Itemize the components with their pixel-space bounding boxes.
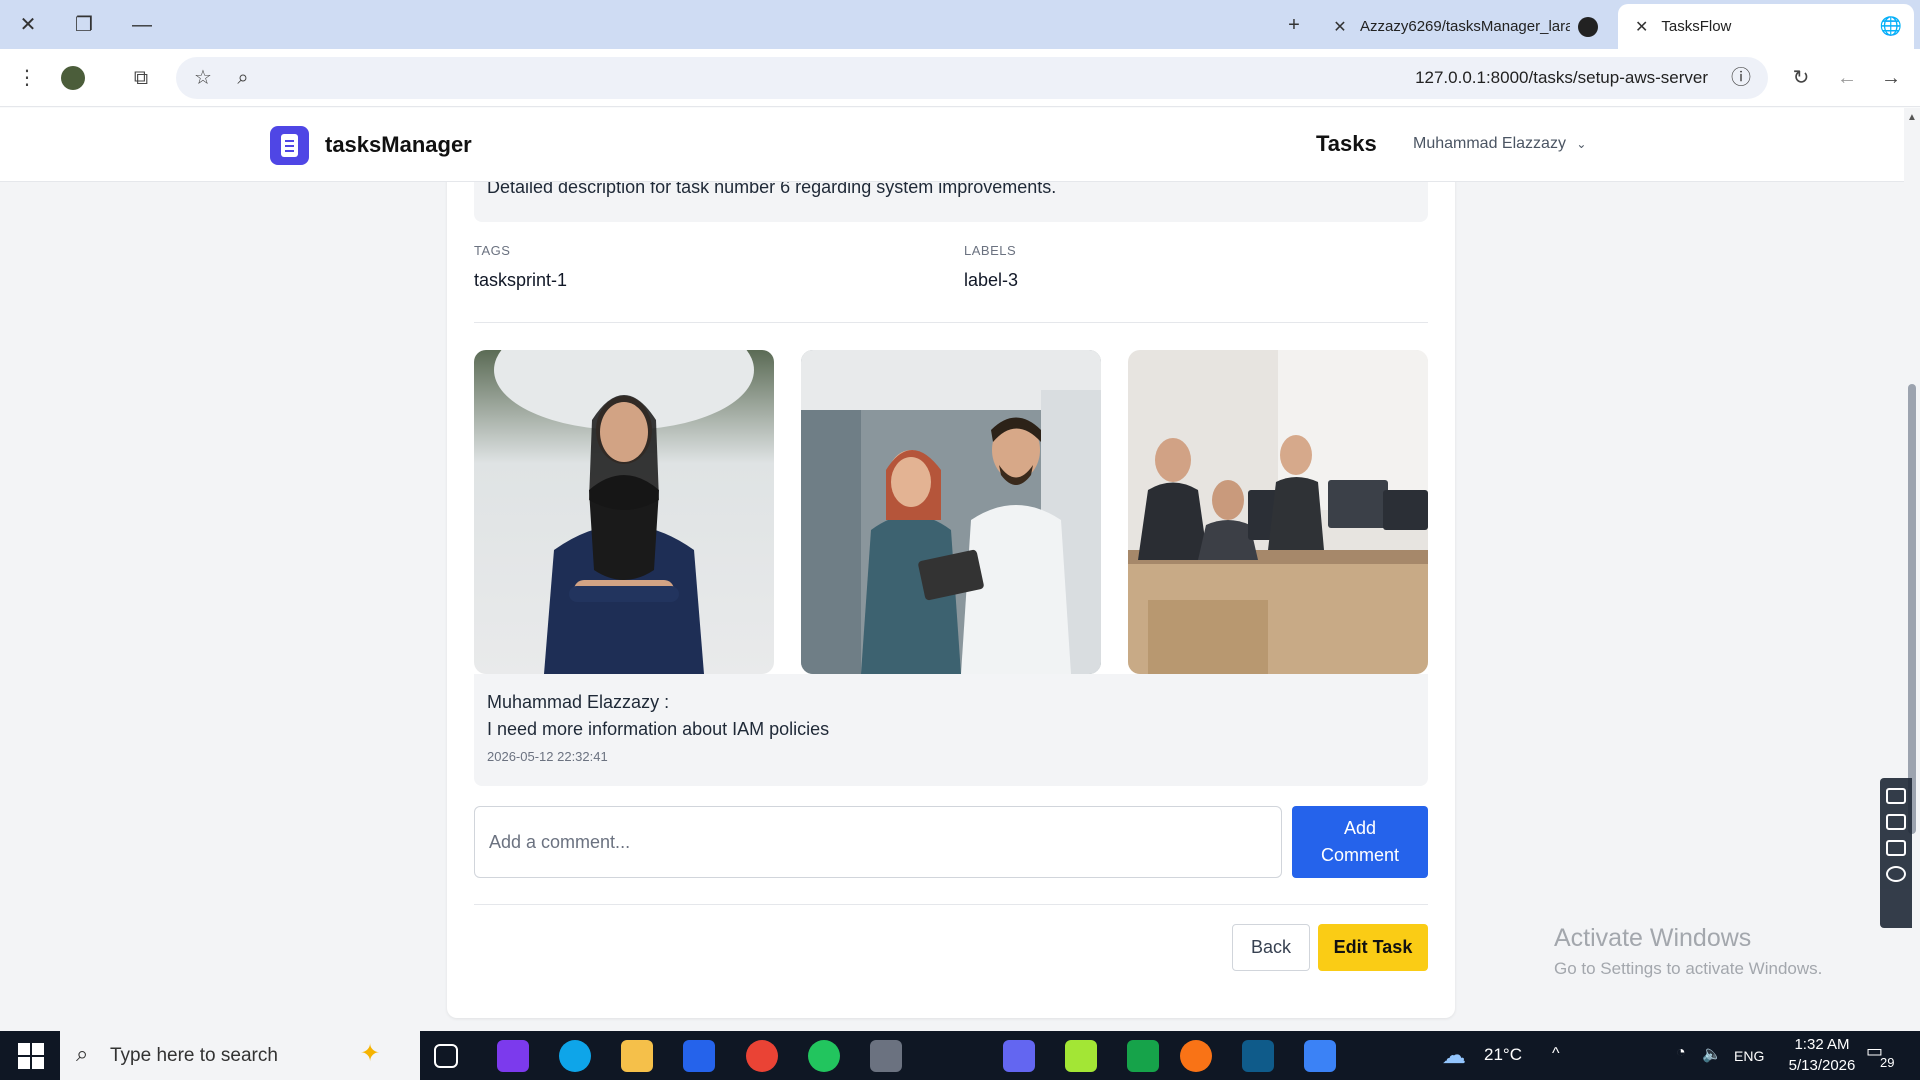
volume-icon[interactable]: 🔈: [1702, 1044, 1722, 1064]
windows-taskbar: ⌕ Type here to search ✦ ☁ 21°C ^ ◔ 🔈 ENG…: [0, 1031, 1920, 1080]
extensions-icon[interactable]: ⧉: [126, 63, 156, 93]
activate-windows-watermark: Activate Windows Go to Settings to activ…: [1554, 924, 1822, 979]
tray-chevron-icon[interactable]: ^: [1552, 1045, 1560, 1063]
task-image-colleagues-tablet[interactable]: [801, 350, 1101, 674]
tab-github[interactable]: ✕ Azzazy6269/tasksManager_lara: [1316, 4, 1616, 49]
watermark-line2: Go to Settings to activate Windows.: [1554, 959, 1823, 978]
teams-icon[interactable]: [1003, 1040, 1035, 1072]
reload-icon[interactable]: ↻: [1786, 63, 1816, 93]
minimize-window-icon[interactable]: —: [124, 10, 160, 40]
back-button[interactable]: Back: [1232, 924, 1310, 971]
brand-name[interactable]: tasksManager: [325, 132, 472, 158]
new-tab-icon[interactable]: +: [1276, 10, 1312, 40]
app-icon[interactable]: [1065, 1040, 1097, 1072]
site-info-icon[interactable]: ⓘ: [1726, 63, 1756, 93]
tags-label: TAGS: [474, 243, 511, 258]
window-icon[interactable]: [1886, 840, 1906, 856]
bookmark-star-icon[interactable]: ☆: [188, 63, 218, 93]
task-image-office-team[interactable]: [1128, 350, 1428, 674]
clock-time[interactable]: 1:32 AM: [1786, 1036, 1858, 1053]
edit-task-button[interactable]: Edit Task: [1318, 924, 1428, 971]
app-icon[interactable]: [1180, 1040, 1212, 1072]
divider: [474, 322, 1428, 323]
address-bar[interactable]: ☆ ⌕ 127.0.0.1:8000/tasks/setup-aws-serve…: [176, 57, 1768, 99]
whatsapp-icon[interactable]: [808, 1040, 840, 1072]
labels-label: LABELS: [964, 243, 1017, 258]
page-viewport: tasksManager Tasks Muhammad Elazzazy ⌄ D…: [0, 108, 1904, 1031]
user-menu[interactable]: Muhammad Elazzazy ⌄: [1413, 135, 1586, 153]
comment-author: Muhammad Elazzazy :: [487, 692, 670, 712]
capture-toolbar[interactable]: [1880, 778, 1912, 928]
add-comment-button[interactable]: Add Comment: [1292, 806, 1428, 878]
scroll-up-arrow-icon[interactable]: ▲: [1907, 112, 1917, 123]
menu-kebab-icon[interactable]: ⋮: [12, 63, 42, 93]
profile-avatar[interactable]: [58, 63, 88, 93]
tab-tasksflow[interactable]: ✕ TasksFlow 🌐: [1618, 4, 1914, 49]
comment-timestamp: 2026-05-12 22:32:41: [487, 749, 608, 764]
scroll-thumb[interactable]: [1908, 384, 1916, 834]
globe-icon: 🌐: [1879, 16, 1902, 36]
copilot-icon[interactable]: [497, 1040, 529, 1072]
video-icon[interactable]: [1886, 814, 1906, 830]
tab-close-icon[interactable]: ✕: [1630, 17, 1653, 37]
divider: [474, 904, 1428, 905]
app-icon[interactable]: [870, 1040, 902, 1072]
forward-arrow-icon[interactable]: →: [1876, 63, 1906, 93]
restore-window-icon[interactable]: ❐: [66, 10, 102, 40]
network-icon[interactable]: ◔: [1676, 1044, 1686, 1062]
watermark-line1: Activate Windows: [1554, 924, 1752, 952]
store-icon[interactable]: [683, 1040, 715, 1072]
edge-icon[interactable]: [559, 1040, 591, 1072]
weather-icon: ☁: [1442, 1042, 1466, 1069]
github-icon: [1578, 16, 1598, 37]
settings-gear-icon[interactable]: [1886, 866, 1906, 882]
browser-titlebar: ✕ ❐ — + ✕ Azzazy6269/tasksManager_lara ✕…: [0, 0, 1920, 49]
tab-title: Azzazy6269/tasksManager_lara: [1360, 18, 1570, 35]
app-icon[interactable]: [1304, 1040, 1336, 1072]
search-icon[interactable]: ⌕: [228, 63, 258, 93]
camera-icon[interactable]: [1886, 788, 1906, 804]
user-name: Muhammad Elazzazy: [1413, 135, 1566, 152]
comment-input[interactable]: [474, 806, 1282, 878]
clipboard-logo-icon[interactable]: [270, 126, 309, 165]
clock-date[interactable]: 5/13/2026: [1778, 1057, 1866, 1074]
temperature[interactable]: 21°C: [1484, 1045, 1522, 1065]
chevron-down-icon: ⌄: [1576, 137, 1587, 151]
tags-value: tasksprint-1: [474, 270, 568, 290]
nav-tasks-link[interactable]: Tasks: [1316, 131, 1377, 157]
file-explorer-icon[interactable]: [621, 1040, 653, 1072]
notification-count: 29: [1880, 1055, 1895, 1070]
app-navbar: tasksManager Tasks Muhammad Elazzazy ⌄: [0, 108, 1904, 182]
browser-toolbar: ⋮ ⧉ ☆ ⌕ 127.0.0.1:8000/tasks/setup-aws-s…: [0, 49, 1920, 107]
back-arrow-icon[interactable]: ←: [1832, 63, 1862, 93]
language-indicator[interactable]: ENG: [1734, 1048, 1764, 1064]
close-window-icon[interactable]: ✕: [10, 10, 46, 40]
comment-text: I need more information about IAM polici…: [487, 719, 830, 739]
taskbar-search[interactable]: ⌕ Type here to search ✦: [60, 1031, 420, 1080]
sparkle-icon: ✦: [360, 1040, 381, 1067]
labels-value: label-3: [964, 270, 1019, 290]
app-icon[interactable]: [1127, 1040, 1159, 1072]
tab-title: TasksFlow: [1661, 18, 1732, 35]
taskbar-search-placeholder: Type here to search: [110, 1045, 278, 1066]
search-icon: ⌕: [76, 1041, 89, 1066]
task-view-icon[interactable]: [434, 1044, 458, 1068]
windows-start-icon[interactable]: [18, 1043, 44, 1069]
vscode-icon[interactable]: [1242, 1040, 1274, 1072]
tab-close-icon[interactable]: ✕: [1328, 17, 1352, 37]
task-image-woman-portrait[interactable]: [474, 350, 774, 674]
url-text: 127.0.0.1:8000/tasks/setup-aws-server: [1415, 68, 1708, 87]
chrome-icon[interactable]: [746, 1040, 778, 1072]
